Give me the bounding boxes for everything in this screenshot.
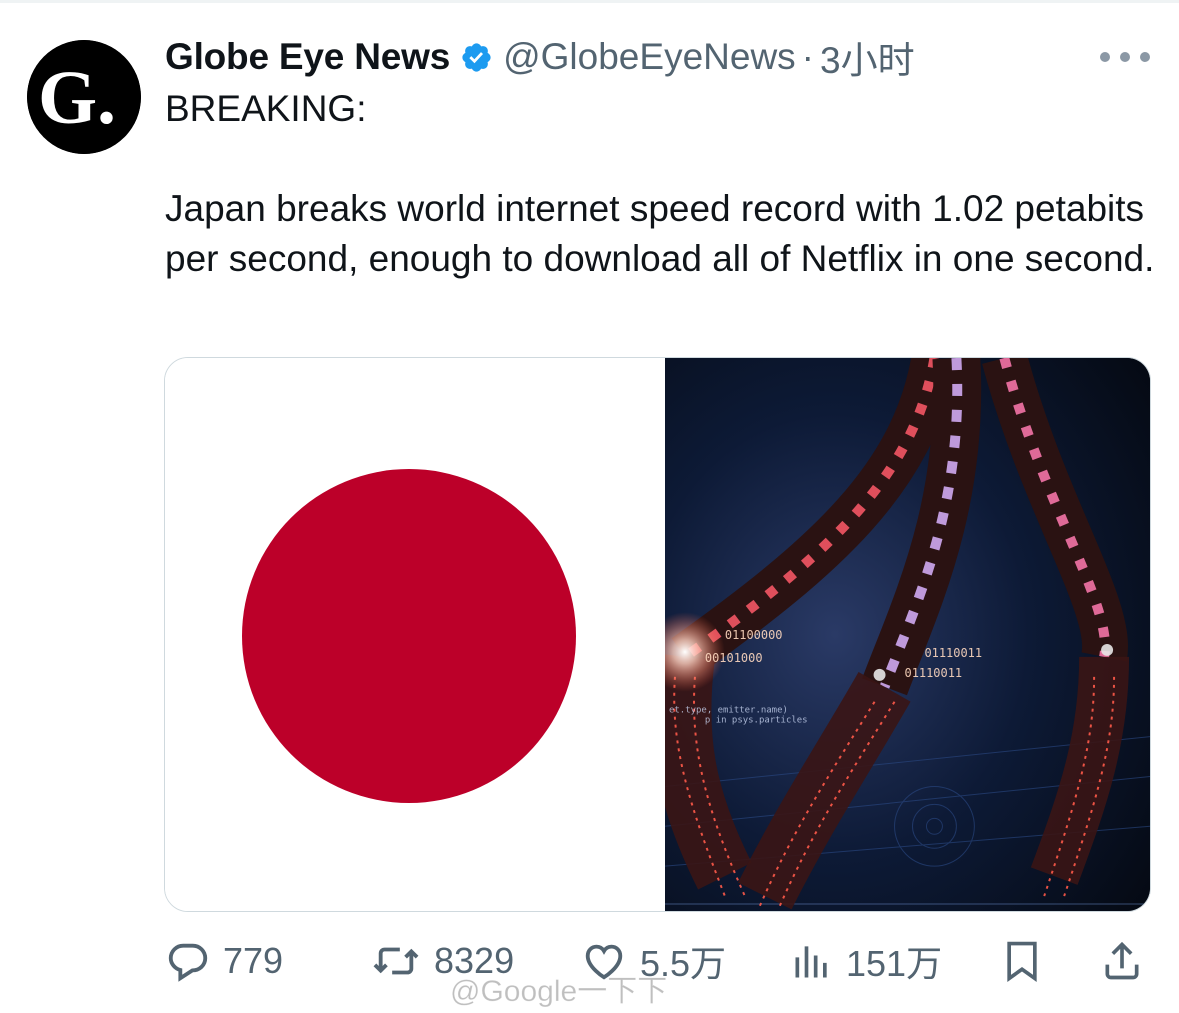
japan-flag-image[interactable] xyxy=(165,358,665,911)
author-avatar[interactable]: G. xyxy=(27,40,141,154)
top-divider xyxy=(0,0,1179,3)
speech-bubble-icon xyxy=(168,943,208,982)
svg-text:G.: G. xyxy=(38,56,116,140)
views-count: 151万 xyxy=(846,943,943,984)
verified-badge-icon xyxy=(460,41,493,74)
bar-chart-icon xyxy=(795,946,827,978)
author-name[interactable]: Globe Eye News xyxy=(165,36,450,78)
code-label-1: et.type, emitter.name) xyxy=(669,706,788,716)
reply-count: 779 xyxy=(223,940,284,981)
binary-label-1: 00101000 xyxy=(705,651,763,665)
globe-eye-logo-icon: G. xyxy=(27,40,141,154)
binary-label-2: 01100000 xyxy=(725,628,783,642)
tweet-media[interactable]: 00101000 01100000 01110011 01110011 et.t… xyxy=(164,357,1151,912)
share-button[interactable] xyxy=(1100,933,1144,989)
header-separator: · xyxy=(801,36,814,77)
tweet-header: Globe Eye News @GlobeEyeNews · 3小时 xyxy=(165,32,915,82)
views-button[interactable]: 151万 xyxy=(790,933,942,989)
tweet-text: BREAKING: Japan breaks world internet sp… xyxy=(165,84,1155,284)
watermark-text: @Google一下下 xyxy=(450,975,668,1009)
fiber-optic-image[interactable]: 00101000 01100000 01110011 01110011 et.t… xyxy=(665,358,1150,911)
author-handle[interactable]: @GlobeEyeNews xyxy=(503,36,796,78)
tweet-text-headline: BREAKING: xyxy=(165,88,367,129)
more-dots-icon[interactable] xyxy=(1100,45,1150,69)
reply-button[interactable]: 779 xyxy=(165,933,283,989)
bookmark-button[interactable] xyxy=(1000,933,1044,989)
flag-red-disc xyxy=(242,469,576,803)
binary-label-3: 01110011 xyxy=(905,666,963,680)
binary-label-4: 01110011 xyxy=(924,646,982,660)
tweet-text-body: Japan breaks world internet speed record… xyxy=(165,188,1155,279)
code-label-2: p in psys.particles xyxy=(705,716,808,726)
repost-arrows-icon xyxy=(373,947,419,975)
bookmark-icon xyxy=(1007,941,1037,982)
tweet-timestamp[interactable]: 3小时 xyxy=(820,30,915,84)
share-icon xyxy=(1105,941,1139,980)
